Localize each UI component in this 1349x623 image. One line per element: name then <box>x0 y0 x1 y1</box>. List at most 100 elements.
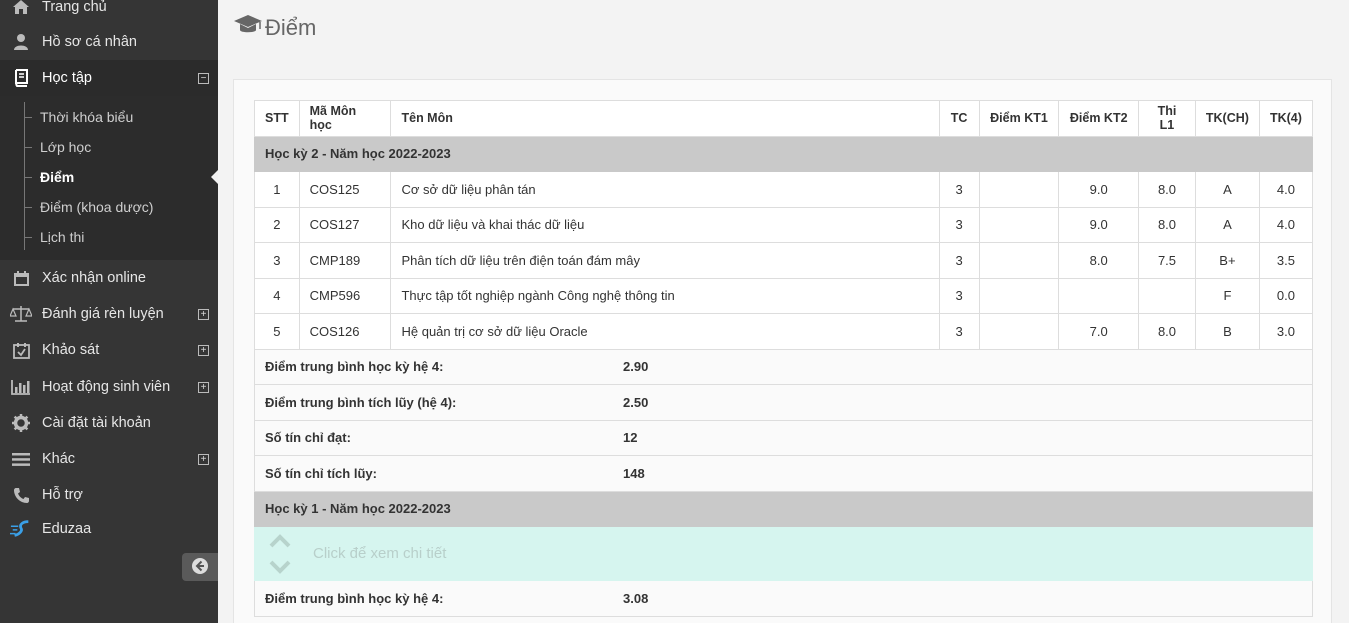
toggle-cell[interactable]: Click để xem chi tiết <box>254 526 1313 581</box>
cell-tc: 3 <box>938 171 980 208</box>
sidebar-subitem-label: Lớp học <box>40 139 92 155</box>
table-row: 2 COS127 Kho dữ liệu và khai thác dữ liệ… <box>254 206 1314 243</box>
sidebar-item-student-activities[interactable]: Hoạt động sinh viên + <box>0 369 218 405</box>
summary-filler <box>939 348 1314 385</box>
sidebar-subitem-pharmacy-grades[interactable]: Điểm (khoa dược) <box>0 192 218 222</box>
cell-code: COS127 <box>298 206 392 243</box>
sidebar-item-label: Hồ sơ cá nhân <box>42 34 137 50</box>
table-row: 3 CMP189 Phân tích dữ liệu trên điện toá… <box>254 242 1314 279</box>
summary-label: Số tín chỉ tích lũy: 148 <box>254 455 940 492</box>
summary-label-text: Điểm trung bình học kỳ hệ 4: <box>265 359 444 375</box>
cell-kt1 <box>978 206 1060 243</box>
grades-table: STT Mã Môn học Tên Môn TC Điểm KT1 Điểm … <box>254 100 1314 617</box>
sidebar-item-online-confirm[interactable]: Xác nhận online <box>0 260 218 296</box>
summary-label-text: Số tín chỉ đạt: <box>265 430 351 446</box>
sidebar-item-other[interactable]: Khác + <box>0 441 218 477</box>
scale-icon <box>10 303 32 325</box>
summary-row: Số tín chỉ tích lũy: 148 <box>254 455 1314 492</box>
expand-toggle-icon[interactable]: + <box>198 344 209 356</box>
cell-stt: 3 <box>254 242 300 279</box>
cell-kt2: 8.0 <box>1058 242 1140 279</box>
sidebar-item-study[interactable]: Học tập − <box>0 60 218 96</box>
summary-value: 148 <box>623 465 645 481</box>
phone-icon <box>10 484 32 506</box>
main-content: Điểm STT Mã Môn học Tên Môn TC Điểm KT1 … <box>218 0 1349 623</box>
cell-stt: 5 <box>254 313 300 350</box>
active-indicator-arrow <box>211 170 218 184</box>
sidebar-subitem-label: Lịch thi <box>40 229 85 245</box>
semester-title: Học kỳ 2 - Năm học 2022-2023 <box>254 135 1313 172</box>
sidebar-item-label: Hoạt động sinh viên <box>42 379 171 395</box>
sidebar-item-profile[interactable]: Hồ sơ cá nhân <box>0 24 218 60</box>
sidebar-subitem-grades[interactable]: Điểm <box>0 162 218 192</box>
cell-code: COS126 <box>298 313 392 350</box>
cell-kt1 <box>978 242 1060 279</box>
cell-tkch: A <box>1194 171 1260 208</box>
cell-tkch: A <box>1194 206 1260 243</box>
submenu-tick <box>24 206 32 208</box>
sidebar-item-survey[interactable]: Khảo sát + <box>0 332 218 368</box>
cell-stt: 2 <box>254 206 300 243</box>
sidebar-item-label: Đánh giá rèn luyện <box>42 306 164 322</box>
expand-toggle-icon[interactable]: + <box>198 453 209 465</box>
semester-title: Học kỳ 1 - Năm học 2022-2023 <box>254 490 1313 527</box>
sidebar-item-account-settings[interactable]: Cài đặt tài khoản <box>0 405 218 441</box>
summary-value: 3.08 <box>623 590 649 606</box>
cell-kt1 <box>978 313 1060 350</box>
sidebar-collapse-button[interactable] <box>182 553 218 581</box>
cell-thi: 8.0 <box>1138 313 1196 350</box>
sidebar-subitem-classes[interactable]: Lớp học <box>0 132 218 162</box>
expand-toggle-icon[interactable]: + <box>198 381 209 393</box>
summary-value: 12 <box>623 430 638 446</box>
summary-value: 2.90 <box>623 359 649 375</box>
cell-name: Hệ quản trị cơ sở dữ liệu Oracle <box>390 313 940 350</box>
summary-label: Điểm trung bình học kỳ hệ 4: 2.90 <box>254 348 940 385</box>
sidebar: Trang chủ Hồ sơ cá nhân Học tập − Thời k… <box>0 0 218 623</box>
sidebar-item-eduzaa[interactable]: Eduzaa <box>0 511 218 547</box>
column-header: STT <box>254 100 300 137</box>
cell-thi: 8.0 <box>1138 171 1196 208</box>
cell-thi <box>1138 277 1196 314</box>
sidebar-item-label: Xác nhận online <box>42 270 146 286</box>
table-row: 4 CMP596 Thực tập tốt nghiệp ngành Công … <box>254 277 1314 314</box>
sidebar-item-label: Khác <box>42 451 76 467</box>
semester-details-toggle[interactable]: Click để xem chi tiết <box>254 526 1313 581</box>
summary-label: Điểm trung bình tích lũy (hệ 4): 2.50 <box>254 384 940 421</box>
sidebar-subitem-exam-schedule[interactable]: Lịch thi <box>0 222 218 252</box>
sidebar-subitem-label: Thời khóa biểu <box>40 109 134 125</box>
sidebar-item-home[interactable]: Trang chủ <box>0 0 218 25</box>
sidebar-item-support[interactable]: Hỗ trợ <box>0 477 218 513</box>
cell-tc: 3 <box>938 277 980 314</box>
book-icon <box>10 67 32 89</box>
semester-header-row: Học kỳ 1 - Năm học 2022-2023 <box>254 490 1313 527</box>
calendar-check-icon <box>10 339 32 361</box>
submenu-tick <box>24 176 32 178</box>
collapse-toggle-icon[interactable]: − <box>198 72 209 84</box>
cell-tk4: 4.0 <box>1258 206 1314 243</box>
cell-kt2: 9.0 <box>1058 206 1140 243</box>
cell-name: Thực tập tốt nghiệp ngành Công nghệ thôn… <box>390 277 940 314</box>
semester-header-row: Học kỳ 2 - Năm học 2022-2023 <box>254 135 1313 172</box>
cell-stt: 1 <box>254 171 300 208</box>
toggle-wrapper[interactable]: Click để xem chi tiết <box>265 532 1302 576</box>
cell-thi: 8.0 <box>1138 206 1196 243</box>
summary-label: Điểm trung bình học kỳ hệ 4: 3.08 <box>254 580 940 617</box>
column-header: TK(4) <box>1258 100 1314 137</box>
view-details-link[interactable]: Click để xem chi tiết <box>313 545 446 562</box>
cell-code: CMP596 <box>298 277 392 314</box>
cell-tkch: B+ <box>1194 242 1260 279</box>
expand-toggle-icon[interactable]: + <box>198 308 209 320</box>
cell-tkch: B <box>1194 313 1260 350</box>
sidebar-subitem-timetable[interactable]: Thời khóa biểu <box>0 102 218 132</box>
cell-code: COS125 <box>298 171 392 208</box>
sidebar-submenu-study: Thời khóa biểu Lớp học Điểm Điểm (khoa d… <box>0 96 218 260</box>
summary-filler <box>939 384 1314 421</box>
cell-tc: 3 <box>938 242 980 279</box>
summary-label-text: Điểm trung bình tích lũy (hệ 4): <box>265 394 457 410</box>
table-header-row: STT Mã Môn học Tên Môn TC Điểm KT1 Điểm … <box>254 100 1314 137</box>
summary-row: Điểm trung bình học kỳ hệ 4: 2.90 <box>254 348 1314 385</box>
cell-kt1 <box>978 171 1060 208</box>
sidebar-item-conduct-evaluation[interactable]: Đánh giá rèn luyện + <box>0 296 218 332</box>
gear-icon <box>10 412 32 434</box>
cell-tkch: F <box>1194 277 1260 314</box>
